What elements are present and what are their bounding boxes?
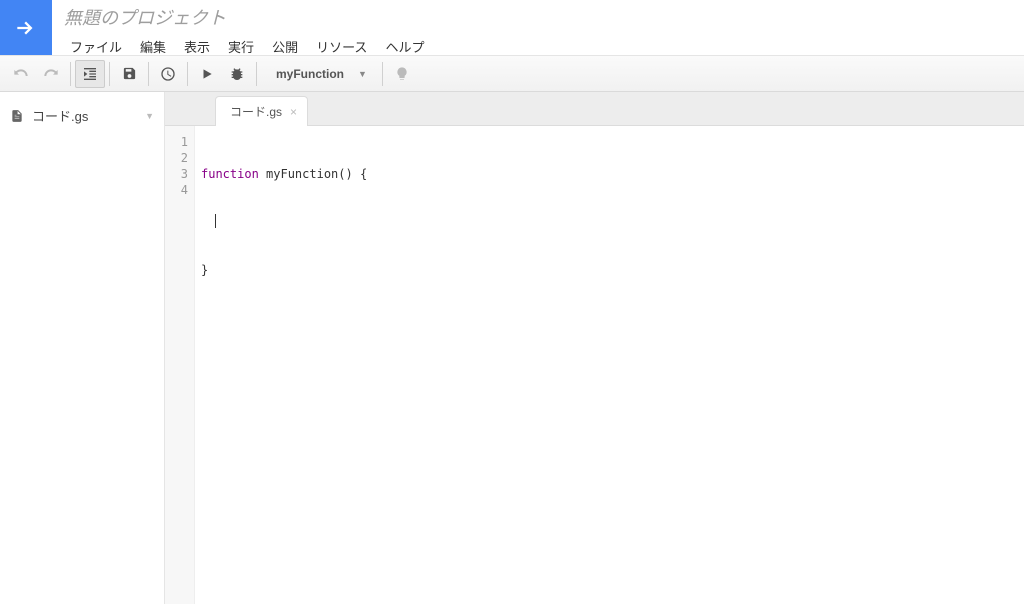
editor-tab[interactable]: コード.gs × [215, 96, 308, 126]
main-body: コード.gs ▼ コード.gs × 1 2 3 4 function myFun… [0, 92, 1024, 604]
menu-resources[interactable]: リソース [308, 34, 375, 59]
lightbulb-icon [394, 66, 410, 82]
editor-area: コード.gs × 1 2 3 4 function myFunction() {… [165, 92, 1024, 604]
debug-button[interactable] [222, 60, 252, 88]
code-line [201, 214, 1024, 230]
project-title[interactable]: 無題のプロジェクト [62, 6, 1016, 30]
close-icon[interactable]: × [290, 105, 297, 119]
code-line: } [201, 262, 1024, 278]
lightbulb-button[interactable] [387, 60, 417, 88]
triggers-button[interactable] [153, 60, 183, 88]
chevron-down-icon: ▼ [358, 69, 367, 79]
line-number: 2 [165, 150, 188, 166]
tab-label: コード.gs [230, 103, 282, 120]
bug-icon [229, 66, 245, 82]
code-line [201, 310, 1024, 326]
code-line: function myFunction() { [201, 166, 1024, 182]
separator [256, 62, 257, 86]
save-button[interactable] [114, 60, 144, 88]
indent-icon [82, 66, 98, 82]
separator [382, 62, 383, 86]
play-icon [200, 67, 214, 81]
separator [70, 62, 71, 86]
code-editor[interactable]: 1 2 3 4 function myFunction() { } [165, 126, 1024, 604]
line-number: 1 [165, 134, 188, 150]
menu-publish[interactable]: 公開 [264, 34, 306, 59]
menu-view[interactable]: 表示 [176, 34, 218, 59]
text-cursor [215, 214, 216, 228]
file-item[interactable]: コード.gs ▼ [0, 102, 164, 129]
separator [109, 62, 110, 86]
redo-icon [43, 66, 59, 82]
line-gutter: 1 2 3 4 [165, 126, 195, 604]
separator [148, 62, 149, 86]
undo-icon [13, 66, 29, 82]
menu-file[interactable]: ファイル [62, 34, 130, 59]
separator [187, 62, 188, 86]
menu-edit[interactable]: 編集 [132, 34, 174, 59]
file-icon [10, 109, 24, 123]
chevron-down-icon[interactable]: ▼ [145, 111, 154, 121]
apps-script-logo [0, 0, 52, 55]
clock-icon [160, 66, 176, 82]
header-content: 無題のプロジェクト ファイル 編集 表示 実行 公開 リソース ヘルプ [52, 0, 1024, 55]
code-content[interactable]: function myFunction() { } [195, 126, 1024, 604]
function-selector-label: myFunction [276, 67, 344, 81]
app-header: 無題のプロジェクト ファイル 編集 表示 実行 公開 リソース ヘルプ [0, 0, 1024, 56]
menu-help[interactable]: ヘルプ [377, 34, 432, 59]
function-selector[interactable]: myFunction ▼ [261, 60, 378, 88]
menu-bar: ファイル 編集 表示 実行 公開 リソース ヘルプ [62, 34, 1016, 59]
line-number: 3 [165, 166, 188, 182]
file-name: コード.gs [32, 106, 88, 125]
file-sidebar: コード.gs ▼ [0, 92, 165, 604]
menu-run[interactable]: 実行 [220, 34, 262, 59]
run-button[interactable] [192, 60, 222, 88]
redo-button[interactable] [36, 60, 66, 88]
indent-button[interactable] [75, 60, 105, 88]
save-icon [122, 66, 137, 81]
undo-button[interactable] [6, 60, 36, 88]
editor-tabs: コード.gs × [165, 92, 1024, 126]
line-number: 4 [165, 182, 188, 198]
toolbar: myFunction ▼ [0, 56, 1024, 92]
arrow-right-icon [13, 15, 39, 41]
